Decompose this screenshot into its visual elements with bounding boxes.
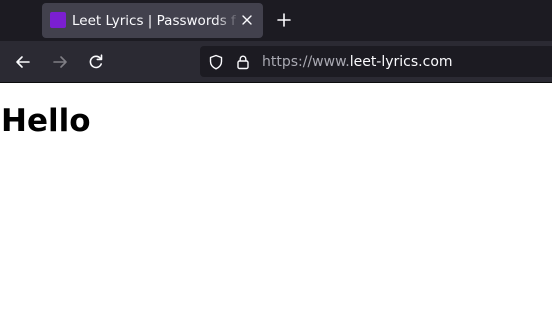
tab-strip: Leet Lyrics | Passwords f xyxy=(0,0,552,41)
reload-icon[interactable] xyxy=(86,52,106,72)
navigation-toolbar: https://www.leet-lyrics.com xyxy=(0,41,552,83)
page-content: Hello xyxy=(0,83,552,336)
shield-icon[interactable] xyxy=(208,54,224,70)
arrow-left-icon[interactable] xyxy=(13,52,33,72)
url-text[interactable]: https://www.leet-lyrics.com xyxy=(262,52,453,72)
tab-active[interactable]: Leet Lyrics | Passwords f xyxy=(42,3,263,38)
browser-window: Leet Lyrics | Passwords f https://www.le… xyxy=(0,0,552,336)
arrow-right-icon[interactable] xyxy=(50,52,70,72)
plus-icon[interactable] xyxy=(274,10,294,30)
url-prefix: https://www. xyxy=(262,54,350,70)
close-icon[interactable] xyxy=(238,11,256,29)
page-heading: Hello xyxy=(1,103,91,139)
url-bar[interactable]: https://www.leet-lyrics.com xyxy=(200,46,552,77)
lock-icon[interactable] xyxy=(235,54,251,70)
favicon-icon xyxy=(50,12,66,28)
tab-title: Leet Lyrics | Passwords f xyxy=(72,13,236,29)
url-host: leet-lyrics.com xyxy=(349,54,453,70)
